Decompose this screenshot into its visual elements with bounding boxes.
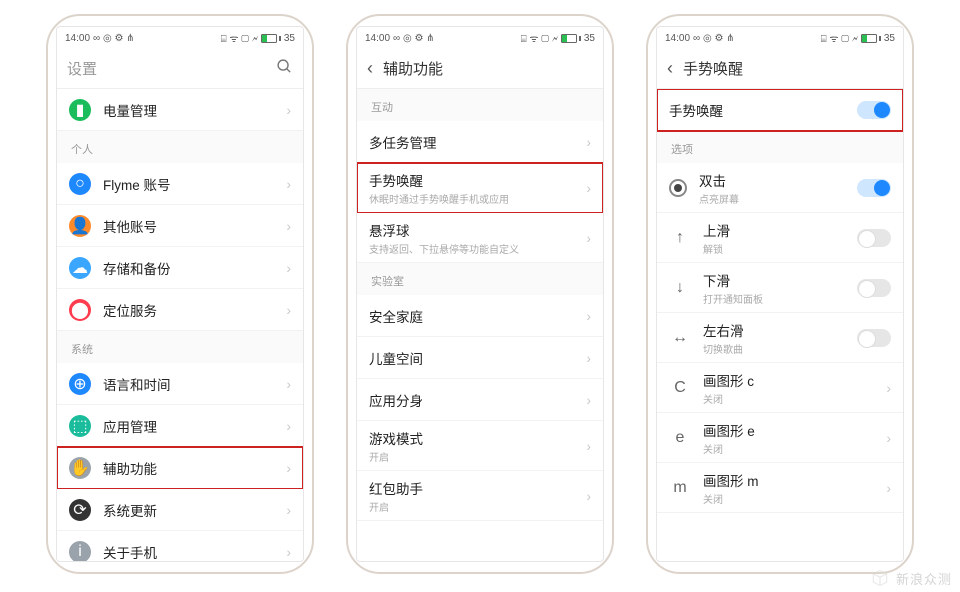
toggle-off[interactable] <box>857 229 891 247</box>
chevron-icon: › <box>586 308 591 324</box>
arrow-up-icon: ↑ <box>669 229 691 247</box>
chevron-icon: › <box>886 480 891 496</box>
row-app-clone[interactable]: 应用分身› <box>357 379 603 421</box>
chevron-icon: › <box>286 102 291 118</box>
globe-icon: ⊕ <box>69 373 91 395</box>
row-draw-m[interactable]: m画图形 m关闭› <box>657 463 903 513</box>
row-gesture-wake-toggle[interactable]: 手势唤醒 <box>657 89 903 131</box>
row-flyme[interactable]: ○Flyme 账号› <box>57 163 303 205</box>
row-accessibility[interactable]: ✋辅助功能› <box>57 447 303 489</box>
chevron-icon: › <box>886 430 891 446</box>
apps-icon: ⬚ <box>69 415 91 437</box>
chevron-icon: › <box>586 180 591 196</box>
toggle-on[interactable] <box>857 101 891 119</box>
row-kids[interactable]: 儿童空间› <box>357 337 603 379</box>
chevron-icon: › <box>286 418 291 434</box>
refresh-icon: ⟳ <box>69 499 91 521</box>
gesture-c-icon: C <box>669 379 691 397</box>
chevron-icon: › <box>286 218 291 234</box>
toggle-on[interactable] <box>857 179 891 197</box>
back-icon[interactable]: ‹ <box>667 58 673 79</box>
page-title: 辅助功能 <box>383 58 443 79</box>
toggle-off[interactable] <box>857 279 891 297</box>
chevron-icon: › <box>886 380 891 396</box>
row-redpacket[interactable]: 红包助手开启› <box>357 471 603 521</box>
info-icon: i <box>69 541 91 562</box>
phone-1: 14:00∞ ◎ ⚙ ⋔ ⌸ ᯤ ▢ 🗲35 设置 ▮电量管理› 个人 ○Fly… <box>46 14 314 574</box>
chevron-icon: › <box>286 502 291 518</box>
row-swipe-down[interactable]: ↓下滑打开通知面板 <box>657 263 903 313</box>
chevron-icon: › <box>586 438 591 454</box>
status-bar: 14:00∞ ◎ ⚙ ⋔ ⌸ ᯤ ▢ 🗲35 <box>357 27 603 49</box>
search-icon <box>276 58 293 80</box>
row-floatball[interactable]: 悬浮球支持返回、下拉悬停等功能自定义› <box>357 213 603 263</box>
person-icon: 👤 <box>69 215 91 237</box>
chevron-icon: › <box>586 134 591 150</box>
row-apps[interactable]: ⬚应用管理› <box>57 405 303 447</box>
chevron-icon: › <box>586 230 591 246</box>
row-battery[interactable]: ▮电量管理› <box>57 89 303 131</box>
search-placeholder: 设置 <box>67 58 97 79</box>
chevron-icon: › <box>286 176 291 192</box>
section-interact: 互动 <box>357 89 603 121</box>
chevron-icon: › <box>286 544 291 560</box>
section-system: 系统 <box>57 331 303 363</box>
watermark: 新浪众测 <box>870 568 952 588</box>
row-safe-family[interactable]: 安全家庭› <box>357 295 603 337</box>
page-header: ‹ 辅助功能 <box>357 49 603 89</box>
back-icon[interactable]: ‹ <box>367 58 373 79</box>
row-gesture-wake[interactable]: 手势唤醒休眠时通过手势唤醒手机或应用› <box>357 163 603 213</box>
chevron-icon: › <box>586 350 591 366</box>
section-options: 选项 <box>657 131 903 163</box>
row-swipe-lr[interactable]: ↔左右滑切换歌曲 <box>657 313 903 363</box>
chevron-icon: › <box>586 488 591 504</box>
row-update[interactable]: ⟳系统更新› <box>57 489 303 531</box>
row-draw-c[interactable]: C画图形 c关闭› <box>657 363 903 413</box>
arrow-lr-icon: ↔ <box>669 329 691 347</box>
page-title: 手势唤醒 <box>683 58 743 79</box>
row-about[interactable]: i关于手机› <box>57 531 303 561</box>
phone-2: 14:00∞ ◎ ⚙ ⋔ ⌸ ᯤ ▢ 🗲35 ‹ 辅助功能 互动 多任务管理› … <box>346 14 614 574</box>
row-game-mode[interactable]: 游戏模式开启› <box>357 421 603 471</box>
chevron-icon: › <box>286 376 291 392</box>
row-double-tap[interactable]: 双击点亮屏幕 <box>657 163 903 213</box>
chevron-icon: › <box>286 260 291 276</box>
chevron-icon: › <box>286 460 291 476</box>
row-multitask[interactable]: 多任务管理› <box>357 121 603 163</box>
chevron-icon: › <box>586 392 591 408</box>
phone-3: 14:00∞ ◎ ⚙ ⋔ ⌸ ᯤ ▢ 🗲35 ‹ 手势唤醒 手势唤醒 选项 双击… <box>646 14 914 574</box>
search-bar[interactable]: 设置 <box>57 49 303 89</box>
cloud-icon: ☁ <box>69 257 91 279</box>
section-personal: 个人 <box>57 131 303 163</box>
toggle-off[interactable] <box>857 329 891 347</box>
gesture-e-icon: e <box>669 429 691 447</box>
section-lab: 实验室 <box>357 263 603 295</box>
status-bar: 14:00∞ ◎ ⚙ ⋔ ⌸ ᯤ ▢ 🗲35 <box>57 27 303 49</box>
status-bar: 14:00∞ ◎ ⚙ ⋔ ⌸ ᯤ ▢ 🗲35 <box>657 27 903 49</box>
row-other-account[interactable]: 👤其他账号› <box>57 205 303 247</box>
row-draw-e[interactable]: e画图形 e关闭› <box>657 413 903 463</box>
hand-icon: ✋ <box>69 457 91 479</box>
page-header: ‹ 手势唤醒 <box>657 49 903 89</box>
flyme-icon: ○ <box>69 173 91 195</box>
chevron-icon: › <box>286 302 291 318</box>
gesture-m-icon: m <box>669 479 691 497</box>
location-icon: ⬤ <box>69 299 91 321</box>
row-language[interactable]: ⊕语言和时间› <box>57 363 303 405</box>
row-location[interactable]: ⬤定位服务› <box>57 289 303 331</box>
row-swipe-up[interactable]: ↑上滑解锁 <box>657 213 903 263</box>
battery-icon: ▮ <box>69 99 91 121</box>
radio-selected[interactable] <box>669 179 687 197</box>
row-storage[interactable]: ☁存储和备份› <box>57 247 303 289</box>
arrow-down-icon: ↓ <box>669 279 691 297</box>
